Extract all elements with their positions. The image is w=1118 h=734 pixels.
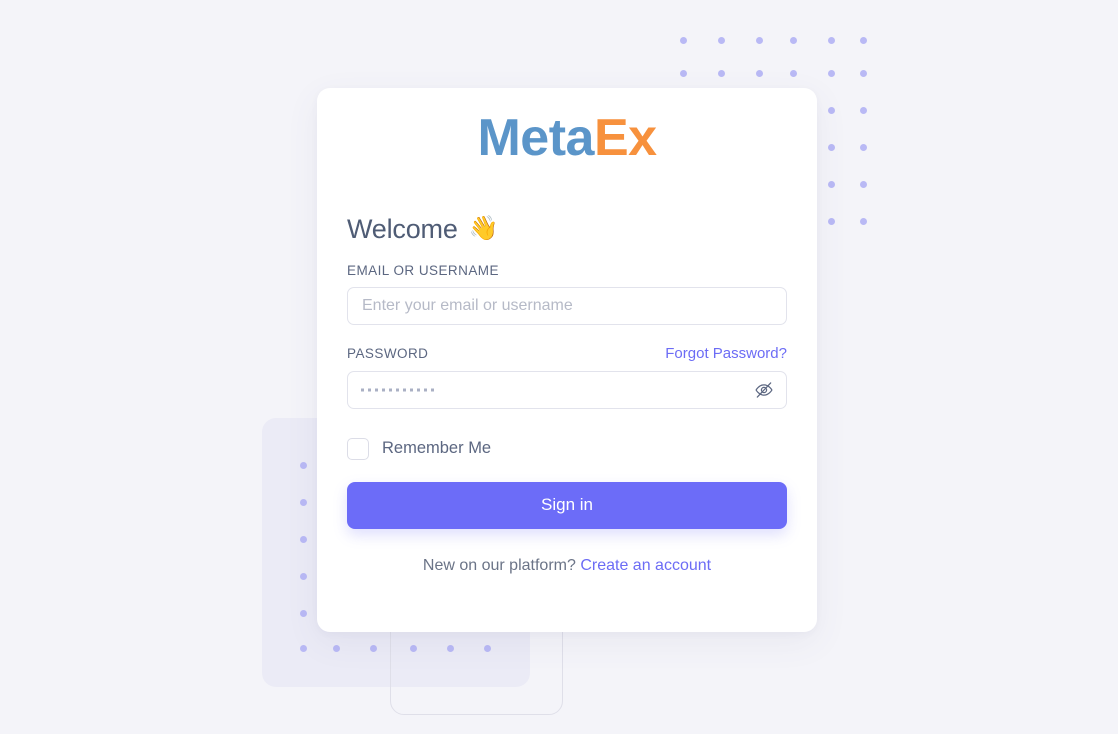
decor-dot <box>718 70 725 77</box>
welcome-text: Welcome <box>347 213 458 244</box>
decor-dot <box>718 37 725 44</box>
create-account-link[interactable]: Create an account <box>580 557 711 574</box>
password-label-row: PASSWORD Forgot Password? <box>347 345 787 362</box>
remember-me-checkbox[interactable] <box>347 437 369 460</box>
decor-dot <box>828 37 835 44</box>
decor-dot <box>790 37 797 44</box>
decor-dot <box>860 144 867 151</box>
forgot-password-link[interactable]: Forgot Password? <box>665 345 787 362</box>
decor-dot <box>828 70 835 77</box>
eye-off-icon[interactable] <box>753 379 775 401</box>
decor-dot <box>790 70 797 77</box>
decor-dot <box>410 645 417 652</box>
decor-dot <box>756 37 763 44</box>
login-card: MetaEx Welcome 👋 EMAIL OR USERNAME PASSW… <box>317 88 817 632</box>
decor-dot <box>680 37 687 44</box>
password-input-wrap <box>347 370 787 409</box>
decor-dot <box>484 645 491 652</box>
remember-me-label: Remember Me <box>382 439 492 458</box>
brand-logo: MetaEx <box>347 88 787 169</box>
password-label: PASSWORD <box>347 345 429 361</box>
decor-dot <box>447 645 454 652</box>
decor-dot <box>828 107 835 114</box>
decor-dot <box>300 536 307 543</box>
decor-dot <box>333 645 340 652</box>
password-input[interactable] <box>347 370 787 409</box>
decor-dot <box>370 645 377 652</box>
signup-prompt-text: New on our platform? <box>422 556 576 574</box>
decor-dot <box>860 181 867 188</box>
decor-dot <box>756 70 763 77</box>
decor-dot <box>828 144 835 151</box>
decor-dot <box>860 37 867 44</box>
decor-dot <box>300 499 307 506</box>
decor-dot <box>860 70 867 77</box>
signup-prompt: New on our platform? Create an account <box>347 557 787 575</box>
decor-dot <box>680 70 687 77</box>
decor-dot <box>860 107 867 114</box>
decor-dot <box>300 645 307 652</box>
waving-hand-icon: 👋 <box>468 215 499 243</box>
sign-in-button[interactable]: Sign in <box>347 481 787 529</box>
decor-dot <box>300 573 307 580</box>
decor-dot <box>860 218 867 225</box>
welcome-heading: Welcome 👋 <box>347 214 787 245</box>
decor-dot <box>300 462 307 469</box>
brand-logo-accent: Ex <box>593 109 657 167</box>
decor-dot <box>828 181 835 188</box>
decor-dot <box>828 218 835 225</box>
brand-logo-primary: Meta <box>477 109 594 167</box>
decor-dot <box>300 610 307 617</box>
email-input-wrap <box>347 286 787 325</box>
email-label: EMAIL OR USERNAME <box>347 262 499 278</box>
remember-me-row[interactable]: Remember Me <box>347 437 787 460</box>
email-input[interactable] <box>347 286 787 325</box>
